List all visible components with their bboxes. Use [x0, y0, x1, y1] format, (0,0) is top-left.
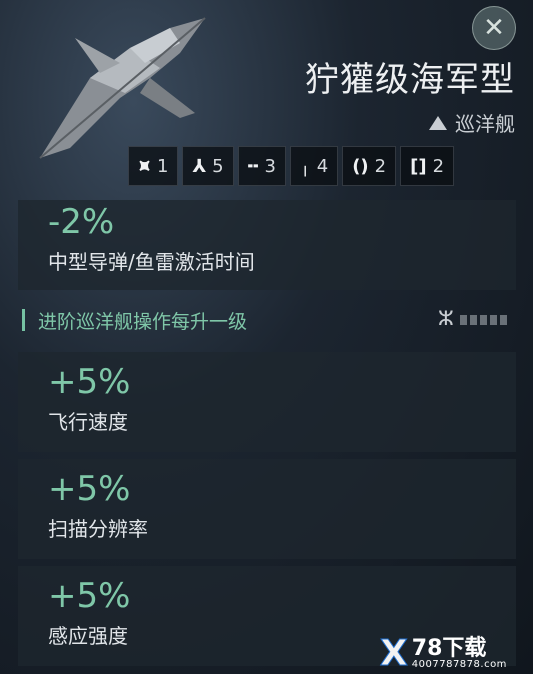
cruiser-icon: [429, 115, 447, 130]
skill-level-pips: [460, 315, 507, 325]
skill-section-header[interactable]: 进阶巡洋舰操作每升一级 ⵣ: [18, 306, 516, 336]
slot-count: 2: [432, 155, 445, 177]
mid-slot-icon: ╷: [299, 155, 311, 177]
slot-count: 4: [316, 155, 329, 177]
level-pip: [470, 315, 477, 325]
site-watermark: X 78下载 4007787878.com: [380, 633, 533, 674]
slot-launcher[interactable]: ╍ 3: [237, 146, 286, 186]
launcher-icon: ╍: [247, 155, 259, 177]
dna-icon: ⵣ: [438, 306, 454, 330]
slot-rig[interactable]: [] 2: [400, 146, 455, 186]
turret-icon: ⅄: [192, 155, 207, 177]
slot-mid[interactable]: ╷ 4: [289, 146, 339, 186]
watermark-text: 78下载: [411, 635, 487, 661]
bonus-value: +5%: [48, 576, 131, 616]
level-pip: [480, 315, 487, 325]
close-button[interactable]: ✕: [472, 6, 516, 50]
rig-slot-icon: []: [410, 155, 427, 177]
bonus-label: 飞行速度: [48, 410, 128, 434]
slot-turret[interactable]: ⅄ 5: [182, 146, 234, 186]
ship-image: [39, 17, 206, 159]
slot-bar: ⯍ 1 ⅄ 5 ╍ 3 ╷ 4 () 2 [] 2: [128, 146, 455, 186]
bonus-value: +5%: [48, 469, 131, 509]
bonus-value: +5%: [48, 362, 131, 402]
section-title: 进阶巡洋舰操作每升一级: [38, 311, 248, 333]
watermark-url: 4007787878.com: [411, 658, 507, 670]
bonus-value: -2%: [48, 202, 115, 242]
ship-header: ✕ 狞獾级海军型 巡洋舰 ⯍ 1 ⅄ 5 ╍ 3 ╷ 4 () 2 [] 2: [0, 0, 533, 200]
bonus-label: 感应强度: [48, 624, 128, 648]
ship-title: 狞獾级海军型: [305, 60, 515, 100]
close-icon[interactable]: ✕: [483, 13, 505, 43]
low-slot-icon: (): [352, 155, 369, 177]
high-slot-icon: ⯍: [138, 155, 152, 177]
bonus-item: +5% 扫描分辨率: [18, 459, 516, 559]
bonus-label: 中型导弹/鱼雷激活时间: [48, 250, 255, 274]
level-pip: [500, 315, 507, 325]
slot-high[interactable]: ⯍ 1: [128, 146, 179, 186]
slot-count: 2: [374, 155, 387, 177]
slot-count: 1: [157, 155, 169, 177]
level-pip: [490, 315, 497, 325]
slot-low[interactable]: () 2: [342, 146, 397, 186]
level-pip: [460, 315, 467, 325]
ship-class-label: 巡洋舰: [455, 112, 515, 136]
slot-count: 3: [264, 155, 276, 177]
ship-class: 巡洋舰: [429, 108, 515, 137]
bonus-item: -2% 中型导弹/鱼雷激活时间: [18, 200, 516, 290]
watermark-logo: X: [380, 632, 409, 674]
bonus-label: 扫描分辨率: [48, 517, 148, 541]
bonus-item: +5% 飞行速度: [18, 352, 516, 452]
section-accent-bar: [22, 309, 25, 331]
slot-count: 5: [212, 155, 224, 177]
